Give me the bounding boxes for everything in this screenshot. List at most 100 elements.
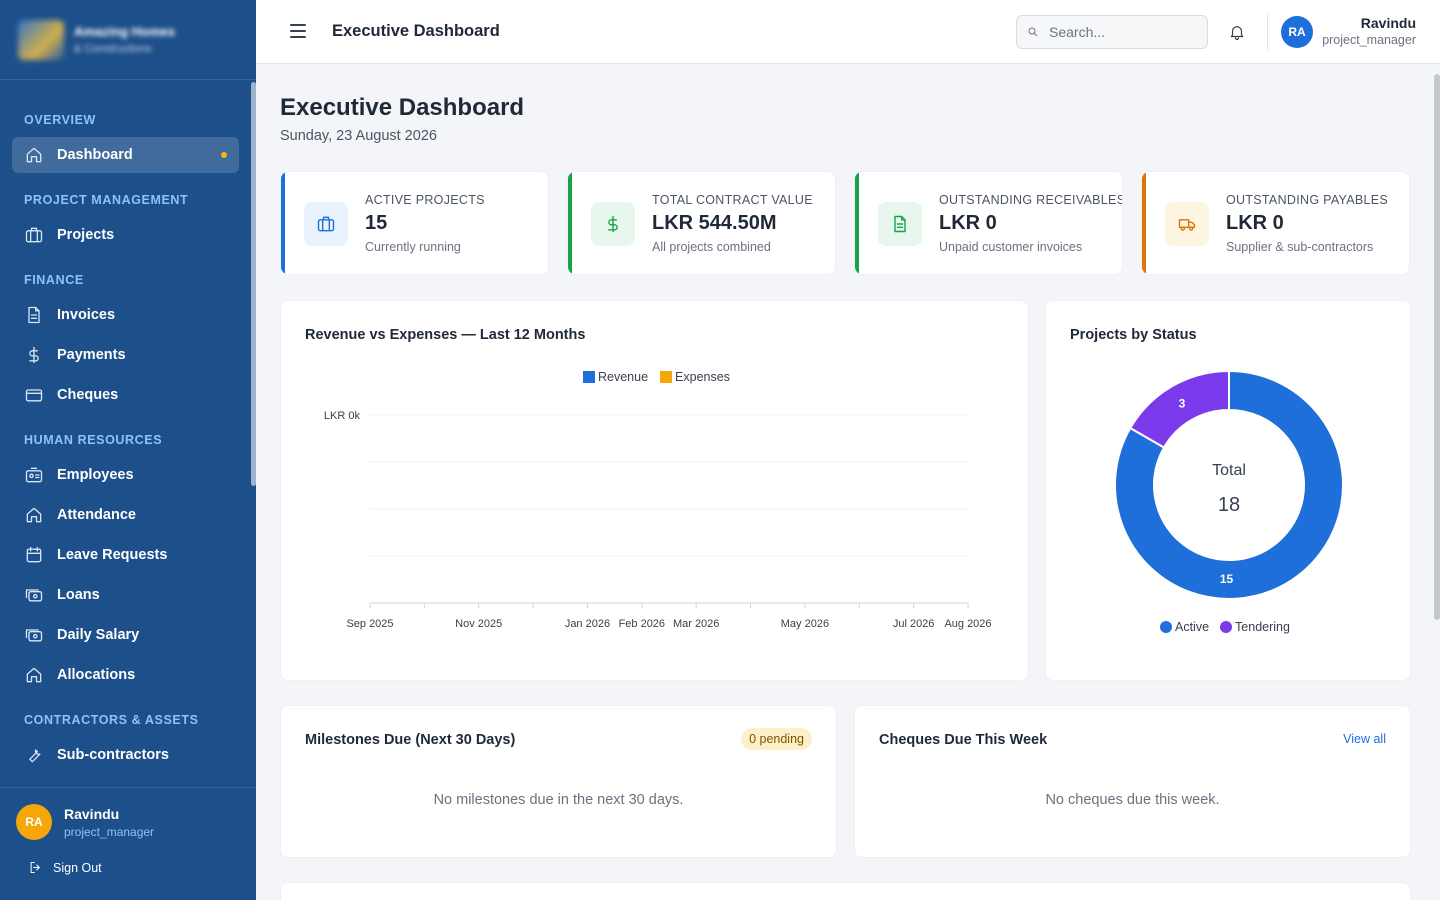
sidebar: Amazing Homes & Constructions OVERVIEW D… xyxy=(0,0,256,900)
sidebar-user[interactable]: RA Ravindu project_manager xyxy=(16,804,154,840)
header-user-role: project_manager xyxy=(1322,33,1416,47)
cheques-card: Cheques Due This Week View all No cheque… xyxy=(854,705,1411,858)
kpi-label: TOTAL CONTRACT VALUE xyxy=(652,193,813,207)
card-icon xyxy=(24,385,44,405)
main-scrollbar[interactable] xyxy=(1434,74,1440,620)
search-icon xyxy=(1028,27,1038,37)
sidebar-item-attendance[interactable]: Attendance xyxy=(12,497,239,533)
kpi-icon-box xyxy=(878,202,922,246)
nav-section-3: HUMAN RESOURCES xyxy=(24,433,163,447)
home-icon xyxy=(24,505,44,525)
legend-label: Tendering xyxy=(1235,620,1290,634)
sidebar-item-label: Daily Salary xyxy=(57,627,140,643)
page-title: Executive Dashboard xyxy=(280,94,525,121)
header-user-name: Ravindu xyxy=(1360,15,1416,31)
header-user[interactable]: Ravindu project_manager xyxy=(1322,15,1416,47)
header-title: Executive Dashboard xyxy=(332,22,500,40)
x-tick-label: Mar 2026 xyxy=(673,618,719,630)
truck-icon xyxy=(1178,219,1196,231)
sidebar-item-label: Cheques xyxy=(57,387,119,403)
brand-name: Amazing Homes xyxy=(74,24,176,39)
legend-item-active[interactable]: Active xyxy=(1160,620,1209,634)
x-tick-label: May 2026 xyxy=(781,618,829,630)
kpi-card-outstanding-receivables[interactable]: OUTSTANDING RECEIVABLES LKR 0 Unpaid cus… xyxy=(854,171,1123,275)
legend-item-expenses[interactable]: Expenses xyxy=(660,370,730,384)
search-box[interactable] xyxy=(1016,15,1208,49)
x-tick-label: Sep 2025 xyxy=(346,618,393,630)
user-role: project_manager xyxy=(64,824,155,839)
brand[interactable]: Amazing Homes & Constructions xyxy=(0,0,256,80)
sidebar-item-label: Allocations xyxy=(57,667,136,683)
sidebar-item-cheques[interactable]: Cheques xyxy=(12,377,239,413)
calendar-icon xyxy=(24,545,44,565)
kpi-card-outstanding-payables[interactable]: OUTSTANDING PAYABLES LKR 0 Supplier & su… xyxy=(1141,171,1410,275)
dollar-icon xyxy=(608,215,618,233)
sidebar-item-label: Sub-contractors xyxy=(57,747,169,763)
logout-icon xyxy=(30,862,40,873)
sidebar-item-label: Dashboard xyxy=(57,147,133,163)
menu-toggle-button[interactable] xyxy=(290,24,306,38)
revenue-legend: Revenue Expenses xyxy=(583,370,730,384)
sidebar-item-dashboard[interactable]: Dashboard xyxy=(12,137,239,173)
milestones-card: Milestones Due (Next 30 Days) 0 pending … xyxy=(280,705,837,858)
pending-badge: 0 pending xyxy=(741,728,812,750)
briefcase-icon xyxy=(317,216,335,232)
kpi-accent-bar xyxy=(281,172,285,274)
kpi-card-active-projects[interactable]: ACTIVE PROJECTS 15 Currently running xyxy=(280,171,549,275)
nav-section-2: FINANCE xyxy=(24,273,84,287)
next-card xyxy=(280,882,1411,900)
cash-icon xyxy=(24,585,44,605)
kpi-card-total-contract-value[interactable]: TOTAL CONTRACT VALUE LKR 544.50M All pro… xyxy=(567,171,836,275)
kpi-icon-box xyxy=(1165,202,1209,246)
header-avatar[interactable]: RA xyxy=(1281,16,1313,48)
legend-item-tendering[interactable]: Tendering xyxy=(1220,620,1290,634)
briefcase-icon xyxy=(24,225,44,245)
sidebar-item-label: Loans xyxy=(57,587,100,603)
kpi-value: LKR 0 xyxy=(1226,212,1284,234)
sidebar-item-loans[interactable]: Loans xyxy=(12,577,239,613)
sidebar-item-employees[interactable]: Employees xyxy=(12,457,239,493)
status-legend: Active Tendering xyxy=(1160,620,1290,634)
sidebar-item-leave-requests[interactable]: Leave Requests xyxy=(12,537,239,573)
kpi-accent-bar xyxy=(855,172,859,274)
notifications-button[interactable] xyxy=(1228,23,1246,41)
x-tick-label: Jan 2026 xyxy=(565,618,610,630)
projects-status-card: Projects by Status 15 3 Total 18 Active Tend… xyxy=(1045,300,1411,681)
active-indicator-dot xyxy=(221,152,227,158)
sidebar-item-sub-contractors[interactable]: Sub-contractors xyxy=(12,737,239,773)
view-all-link[interactable]: View all xyxy=(1343,732,1386,746)
legend-item-revenue[interactable]: Revenue xyxy=(583,370,648,384)
sign-out-button[interactable]: Sign Out xyxy=(28,860,102,875)
kpi-accent-bar xyxy=(1142,172,1146,274)
kpi-accent-bar xyxy=(568,172,572,274)
kpi-subtext: Currently running xyxy=(365,240,461,254)
donut-center-value: 18 xyxy=(1218,494,1240,516)
brand-logo xyxy=(18,19,64,60)
cheques-title: Cheques Due This Week xyxy=(879,732,1048,748)
sidebar-item-label: Leave Requests xyxy=(57,547,168,563)
sidebar-item-payments[interactable]: Payments xyxy=(12,337,239,373)
sidebar-item-label: Invoices xyxy=(57,307,116,323)
sidebar-item-daily-salary[interactable]: Daily Salary xyxy=(12,617,239,653)
kpi-subtext: Supplier & sub-contractors xyxy=(1226,240,1374,254)
revenue-line-chart: LKR 0k Sep 2025 Nov 2025 Jan 2026 Feb 2026 Ma… xyxy=(324,410,992,630)
sidebar-item-projects[interactable]: Projects xyxy=(12,217,239,253)
revenue-expenses-card: Revenue vs Expenses — Last 12 Months Rev… xyxy=(280,300,1029,681)
kpi-icon-box xyxy=(304,202,348,246)
sidebar-item-label: Employees xyxy=(57,467,134,483)
sidebar-item-allocations[interactable]: Allocations xyxy=(12,657,239,693)
status-chart-title: Projects by Status xyxy=(1070,327,1197,343)
kpi-label: OUTSTANDING PAYABLES xyxy=(1226,193,1389,207)
kpi-value: LKR 0 xyxy=(939,212,997,234)
search-input[interactable] xyxy=(1049,24,1189,40)
x-tick-label: Nov 2025 xyxy=(455,618,502,630)
document-icon xyxy=(894,215,906,233)
nav-section-1: PROJECT MANAGEMENT xyxy=(24,193,189,207)
sidebar-item-label: Payments xyxy=(57,347,126,363)
donut-data-label: 15 xyxy=(1220,572,1234,586)
page-date: Sunday, 23 August 2026 xyxy=(280,128,437,144)
x-tick-label: Aug 2026 xyxy=(944,618,991,630)
kpi-label: ACTIVE PROJECTS xyxy=(365,193,485,207)
kpi-value: 15 xyxy=(365,212,388,234)
sidebar-item-invoices[interactable]: Invoices xyxy=(12,297,239,333)
